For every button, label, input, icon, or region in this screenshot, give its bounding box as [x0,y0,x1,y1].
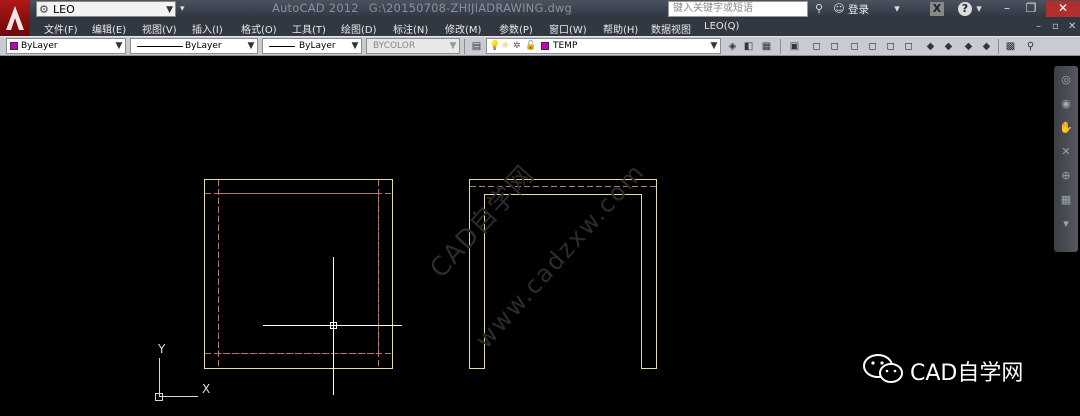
wechat-icon [863,354,903,383]
color-control[interactable]: ByLayer ▼ [6,38,126,54]
orbit-icon[interactable]: ⊕ [1058,168,1074,184]
sw-iso-view-icon[interactable]: ◆ [924,40,937,53]
linetype-control[interactable]: ByLayer ▼ [130,38,258,54]
minimize-icon[interactable]: – [996,1,1018,17]
pan-icon[interactable]: ◉ [1058,96,1074,112]
named-views-icon[interactable]: ▣ [788,40,801,53]
title-bar: ⚙ LEO ▼ ▾ AutoCAD 2012 G:\20150708-ZHIJIA… [0,0,1080,19]
menu-leo[interactable]: LEO(Q) [704,21,739,32]
close-icon[interactable]: ✕ [1046,1,1080,17]
user-icon[interactable]: ☺ [832,2,846,16]
chevron-down-icon: ▼ [166,5,173,15]
menu-tools[interactable]: 工具(T) [292,21,326,36]
toolbar-separator [998,39,999,54]
brand-logo: CAD自学网 [862,352,1023,386]
window-title: AutoCAD 2012 G:\20150708-ZHIJIADRAWING.dw… [272,1,582,15]
doc-close-icon[interactable]: ✕ [1068,21,1076,32]
doc-restore-icon[interactable]: ▫ [1052,21,1059,32]
color-swatch [10,42,18,50]
left-view-icon[interactable]: ◻ [848,40,861,53]
toolbar-separator [780,39,781,54]
lineweight-control[interactable]: ByLayer ▼ [262,38,362,54]
lineweight-value: ByLayer [299,41,336,51]
toolbar-separator [464,39,465,54]
menu-view[interactable]: 视图(V) [142,21,177,36]
zoom-icon[interactable]: ✕ [1058,144,1074,160]
menu-format[interactable]: 格式(O) [241,21,277,36]
menu-draw[interactable]: 绘图(D) [341,21,377,36]
showmotion-icon[interactable]: ▦ [1058,192,1074,208]
right-view-icon[interactable]: ◻ [866,40,879,53]
layer-properties-icon[interactable]: ▤ [470,40,483,53]
chevron-down-icon: ▼ [449,41,457,51]
app-name: AutoCAD 2012 [272,1,359,15]
nw-iso-view-icon[interactable]: ◆ [980,40,993,53]
layer-vp-icon: ✲ [513,41,521,51]
plotstyle-control[interactable]: BYCOLOR ▼ [366,38,460,54]
menu-edit[interactable]: 编辑(E) [92,21,126,36]
file-path: G:\20150708-ZHIJIADRAWING.dwg [368,1,573,15]
layer-lock-icon: 🔓 [525,41,537,51]
layer-name: TEMP [553,41,578,51]
menu-modify[interactable]: 修改(M) [445,21,481,36]
layer-previous-icon[interactable]: ◧ [742,40,755,53]
back-view-icon[interactable]: ◻ [902,40,915,53]
layer-color-swatch [541,42,549,50]
layer-on-icon: 💡 [489,41,501,51]
login-button[interactable]: 登录 [848,2,869,17]
make-current-layer-icon[interactable]: ◈ [726,40,739,53]
doc-minimize-icon[interactable]: – [1036,21,1041,32]
camera-icon[interactable]: ▩ [1004,40,1017,53]
nav-options-icon[interactable]: ▾ [1058,216,1074,232]
chevron-down-icon: ▼ [115,41,123,51]
top-view-icon[interactable]: ◻ [810,40,823,53]
ucs-x-label: X [202,382,211,396]
steering-wheel-icon[interactable]: ◎ [1058,72,1074,88]
chevron-down-icon: ▼ [351,41,359,51]
exchange-icon[interactable]: X [930,2,944,16]
se-iso-view-icon[interactable]: ◆ [942,40,955,53]
binoculars-icon[interactable]: ⚲ [812,2,826,16]
menu-window[interactable]: 窗口(W) [549,21,587,36]
layer-thaw-icon: ☼ [501,41,510,51]
plotstyle-value: BYCOLOR [373,41,416,51]
layer-states-icon[interactable]: ▦ [760,40,773,53]
menu-data-view[interactable]: 数据视图 [651,21,691,36]
color-value: ByLayer [21,41,58,51]
bottom-view-icon[interactable]: ◻ [828,40,841,53]
menu-file[interactable]: 文件(F) [44,21,78,36]
help-search-input[interactable]: 键入关键字或短语 [668,1,808,17]
linetype-value: ByLayer [185,41,222,51]
help-icon[interactable]: ? [958,2,972,16]
help-dropdown-icon[interactable]: ▾ [974,2,984,16]
linetype-preview [137,46,183,47]
menu-bar: 文件(F) 编辑(E) 视图(V) 插入(I) 格式(O) 工具(T) 绘图(D… [30,19,1080,36]
ucs-y-label: Y [158,342,166,356]
workspace-selector[interactable]: ⚙ LEO ▼ [36,1,176,17]
pan-hand-icon[interactable]: ✋ [1058,120,1074,136]
brand-name: CAD自学网 [910,361,1024,386]
properties-toolbar: ByLayer ▼ ByLayer ▼ ByLayer ▼ BYCOLOR ▼ … [0,36,1080,56]
chevron-down-icon: ▼ [710,41,718,51]
zoom-realtime-icon[interactable]: ⚲ [1024,40,1037,53]
autocad-logo-icon [6,6,24,30]
chevron-down-icon: ▼ [247,41,255,51]
layer-control[interactable]: 💡 ☼ ✲ 🔓 TEMP ▼ [486,38,721,54]
quick-access-dropdown-icon[interactable]: ▾ [180,2,189,16]
left-view-hidden-lines [218,193,379,354]
left-view-outline [204,179,393,369]
menu-dimension[interactable]: 标注(N) [393,21,428,36]
ne-iso-view-icon[interactable]: ◆ [962,40,975,53]
front-view-icon[interactable]: ◻ [884,40,897,53]
login-dropdown-icon[interactable]: ▾ [892,2,902,16]
lineweight-preview [269,46,295,47]
menu-parametric[interactable]: 参数(P) [499,21,533,36]
gear-icon: ⚙ [39,3,49,16]
application-menu-button[interactable] [0,0,30,37]
workspace-name: LEO [53,3,75,16]
menu-help[interactable]: 帮助(H) [603,21,638,36]
restore-icon[interactable]: ❐ [1020,1,1042,17]
menu-insert[interactable]: 插入(I) [192,21,223,36]
navigation-bar: ◎ ◉ ✋ ✕ ⊕ ▦ ▾ [1054,66,1078,252]
